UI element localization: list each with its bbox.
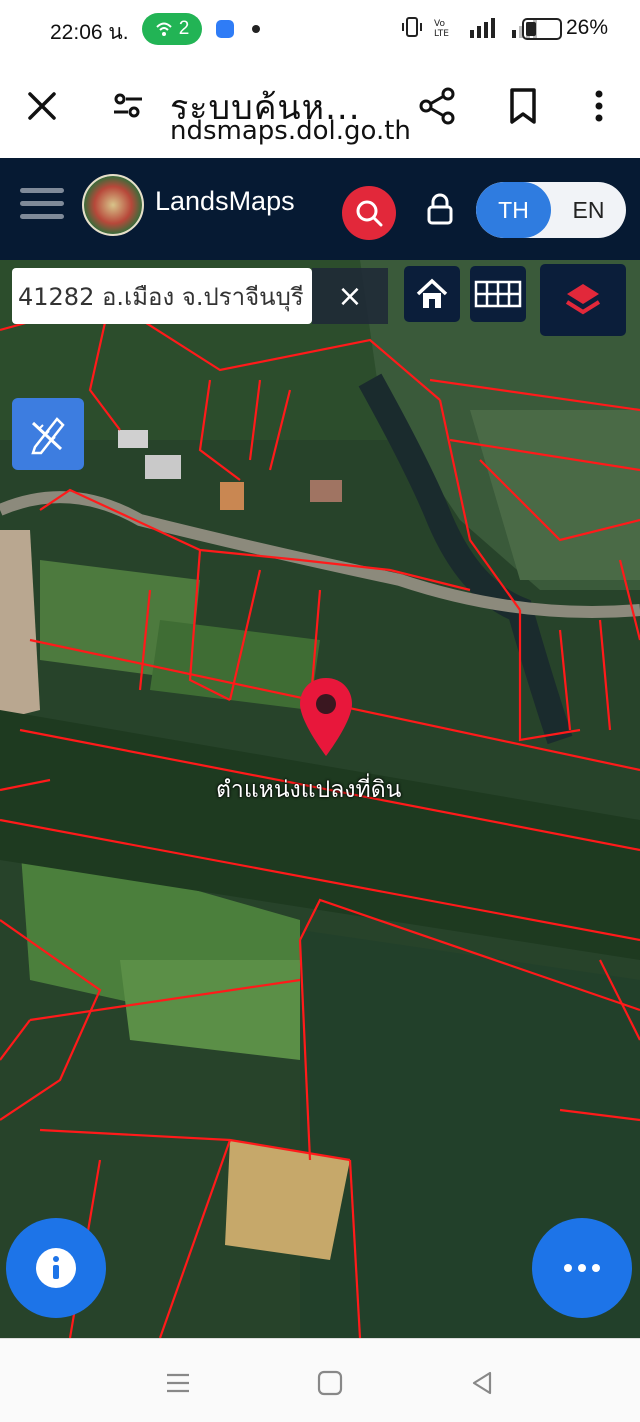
location-pin-icon[interactable] (296, 676, 356, 760)
search-icon (356, 200, 383, 227)
hotspot-count: 2 (178, 18, 190, 39)
info-icon (36, 1248, 76, 1288)
layers-icon (565, 284, 601, 315)
battery-icon (522, 18, 562, 40)
browser-toolbar: ระบบค้นห... ndsmaps.dol.go.th (0, 58, 640, 158)
status-time: 22:06 น. (50, 21, 129, 44)
svg-text:Vo: Vo (434, 19, 445, 29)
app-notification-icon (216, 20, 234, 38)
parcel-search-value[interactable]: 41282 อ.เมือง จ.ปราจีนบุรี (18, 277, 304, 316)
layers-button[interactable] (540, 264, 626, 336)
home-button[interactable] (404, 266, 460, 322)
status-bar: 22:06 น. 2 Vo LTE 26% (0, 0, 640, 58)
more-horiz-icon (564, 1264, 600, 1272)
share-icon[interactable] (418, 86, 458, 126)
parcel-search-input[interactable]: 41282 อ.เมือง จ.ปราจีนบุรี (12, 268, 312, 324)
nav-home-icon[interactable] (316, 1369, 344, 1397)
home-icon (416, 278, 448, 308)
language-toggle[interactable]: TH EN (476, 182, 626, 238)
bookmark-icon[interactable] (505, 86, 541, 126)
volte-icon: VoLTE (434, 19, 449, 38)
more-notifications-icon (252, 25, 260, 33)
signal-4g-icon (470, 18, 495, 38)
search-button[interactable] (342, 186, 396, 240)
map-view[interactable]: 41282 อ.เมือง จ.ปราจีนบุรี × ตำแหน่งแปลง… (0, 260, 640, 1338)
hotspot-badge: 2 (142, 13, 202, 45)
lang-th-option[interactable]: TH (476, 182, 551, 238)
lock-icon[interactable] (426, 192, 454, 226)
wifi-hotspot-icon (155, 22, 172, 36)
pin-label: ตำแหน่งแปลงที่ดิน (216, 777, 402, 803)
menu-icon[interactable] (20, 188, 64, 224)
svg-text:LTE: LTE (434, 29, 449, 38)
brand-name: LandsMaps (155, 186, 295, 216)
page-url[interactable]: ndsmaps.dol.go.th (170, 116, 411, 146)
vibrate-icon (402, 17, 422, 37)
nav-recent-icon[interactable] (164, 1369, 192, 1397)
nav-back-icon[interactable] (468, 1369, 496, 1397)
more-options-button[interactable] (532, 1218, 632, 1318)
more-vert-icon[interactable] (584, 86, 614, 126)
lang-en-option[interactable]: EN (551, 182, 626, 238)
clear-search-button[interactable]: × (312, 268, 388, 324)
tune-icon[interactable] (110, 88, 146, 124)
close-icon[interactable] (22, 86, 62, 126)
grid-icon (474, 280, 522, 308)
close-icon: × (337, 278, 363, 314)
app-header: LandsMaps TH EN (0, 158, 640, 260)
system-nav-bar (0, 1338, 640, 1422)
info-button[interactable] (6, 1218, 106, 1318)
system-icons: Vo LTE (402, 16, 538, 38)
grid-button[interactable] (470, 266, 526, 322)
measure-icon (31, 417, 65, 455)
measure-button[interactable] (12, 398, 84, 470)
battery-percent: 26% (565, 16, 608, 39)
department-logo (82, 174, 144, 236)
